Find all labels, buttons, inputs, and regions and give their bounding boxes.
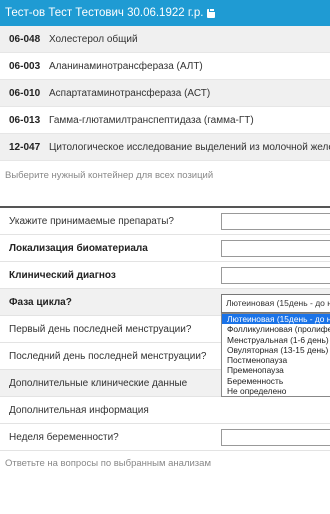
analysis-row[interactable]: 12-047 Цитологическое исследование выдел… [0,134,330,161]
first-day-label: Первый день последней менструации? [9,324,192,335]
last-day-label: Последний день последней менструации? [9,351,207,362]
analysis-name: Аланинаминотрансфераза (АЛТ) [49,60,203,72]
cycle-option[interactable]: Не определено [222,386,330,396]
analysis-code: 06-048 [9,33,41,45]
cycle-option[interactable]: Постменопауза [222,355,330,365]
analysis-code: 12-047 [9,141,41,153]
analysis-name: Холестерол общий [49,33,138,45]
drugs-label: Укажите принимаемые препараты? [9,216,174,227]
analysis-row[interactable]: 06-003 Аланинаминотрансфераза (АЛТ) [0,53,330,80]
container-hint: Выберите нужный контейнер для всех позиц… [5,170,214,181]
clipboard-icon[interactable] [207,8,216,18]
pregnancy-week-input[interactable] [221,429,330,446]
cycle-option[interactable]: Менструальная (1-6 день) [222,335,330,345]
analysis-code: 06-003 [9,60,41,72]
localization-label: Локализация биоматериала [9,243,148,254]
cycle-select[interactable]: Лютеиновая (15день - до начала [221,294,330,313]
pregnancy-week-row: Неделя беременности? [0,424,330,451]
cycle-dropdown: Лютеиновая (15день - до начала Фолликули… [221,313,330,398]
analysis-name: Аспартатаминотрансфераза (АСТ) [49,87,211,99]
cycle-label: Фаза цикла? [9,297,72,308]
drugs-row: Укажите принимаемые препараты? [0,208,330,235]
answer-hint: Ответьте на вопросы по выбранным анализа… [5,458,211,469]
patient-title: Тест-ов Тест Тестович 30.06.1922 г.р. [5,7,204,19]
analysis-row[interactable]: 06-048 Холестерол общий [0,26,330,53]
localization-row: Локализация биоматериала [0,235,330,262]
cycle-option[interactable]: Беременность [222,376,330,386]
analysis-row[interactable]: 06-010 Аспартатаминотрансфераза (АСТ) [0,80,330,107]
analysis-row[interactable]: 06-013 Гамма-глютамилтранспептидаза (гам… [0,107,330,134]
pregnancy-week-label: Неделя беременности? [9,432,119,443]
drugs-input[interactable] [221,213,330,230]
analysis-name: Гамма-глютамилтранспептидаза (гамма-ГТ) [49,114,254,126]
cycle-option[interactable]: Овуляторная (13-15 день) [222,345,330,355]
analysis-code: 06-013 [9,114,41,126]
cycle-option[interactable]: Фолликулиновая (пролиферативная [222,324,330,334]
analysis-list: 06-048 Холестерол общий 06-003 Аланинами… [0,26,330,161]
extra-info-label: Дополнительная информация [9,405,149,416]
localization-input[interactable] [221,240,330,257]
cycle-option[interactable]: Пременопауза [222,365,330,375]
cycle-option[interactable]: Лютеиновая (15день - до начала [222,314,330,325]
patient-header: Тест-ов Тест Тестович 30.06.1922 г.р. [0,0,330,26]
diagnosis-label: Клинический диагноз [9,270,116,281]
diagnosis-input[interactable] [221,267,330,284]
analysis-code: 06-010 [9,87,41,99]
diagnosis-row: Клинический диагноз [0,262,330,289]
extra-info-row: Дополнительная информация [0,397,330,424]
analysis-name: Цитологическое исследование выделений из… [49,141,330,153]
cycle-row: Фаза цикла? Лютеиновая (15день - до нача… [0,289,330,316]
clinical-data-label: Дополнительные клинические данные [9,378,188,389]
